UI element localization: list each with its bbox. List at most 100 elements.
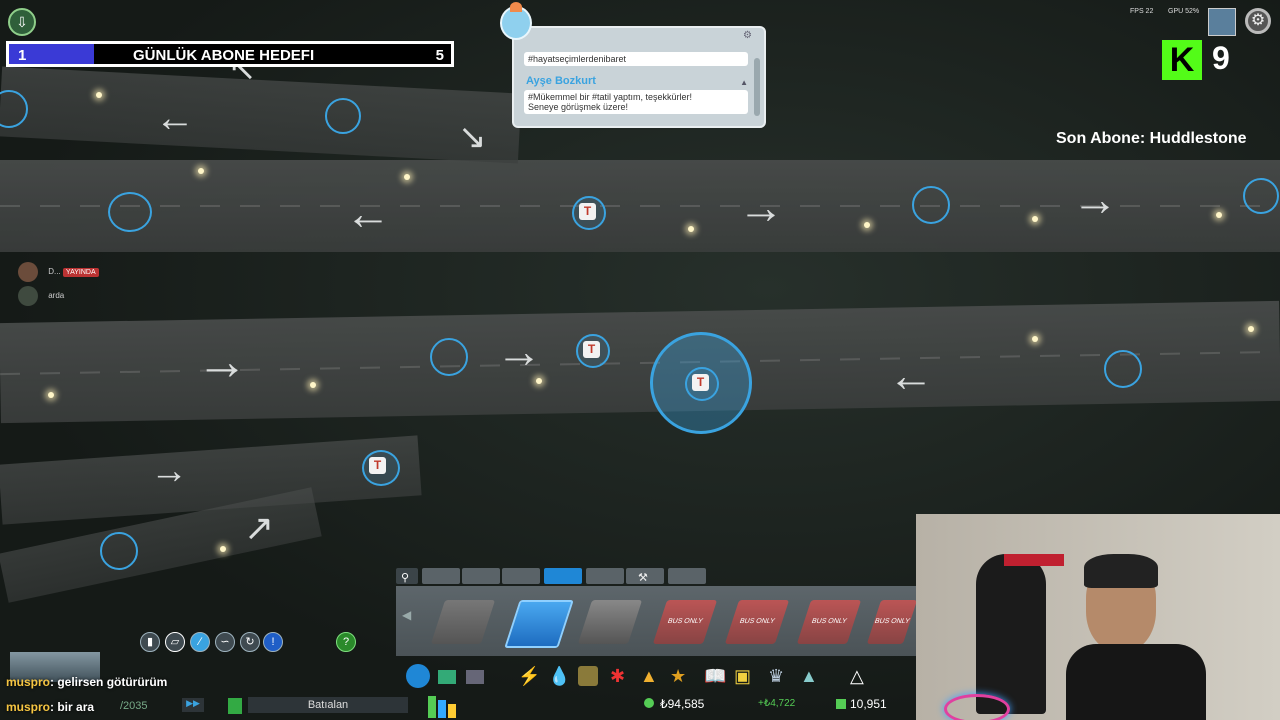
tab-bus-lanes[interactable] (668, 568, 706, 584)
chat-message: muspro: gelirsen götürürüm (6, 675, 167, 689)
water-icon[interactable]: 💧 (548, 666, 570, 686)
tab-large-roads[interactable] (502, 568, 540, 584)
garbage-icon[interactable] (578, 666, 598, 686)
kick-follower-count: 9 (1212, 40, 1230, 76)
straight-road-icon[interactable]: ▱ (165, 632, 185, 652)
chirper-message: #Mükemmel bir #tatil yaptım, teşekkürler… (524, 90, 748, 114)
street-lamp (1032, 336, 1038, 342)
demand-com-bar (438, 700, 446, 718)
police-icon[interactable]: ★ (670, 666, 690, 686)
gpu-readout: GPU 52% (1168, 8, 1200, 15)
scroll-left-icon[interactable]: ◀ (402, 608, 411, 622)
streamer-hair (1084, 554, 1158, 588)
webcam-overlay (916, 514, 1280, 720)
goal-title: GÜNLÜK ABONE HEDEFI (133, 47, 315, 64)
pause-icon[interactable] (228, 698, 242, 714)
goal-start-value: 1 (18, 47, 27, 64)
landscaping-icon[interactable]: △ (850, 666, 870, 686)
district-name[interactable]: Batıalan (248, 697, 408, 713)
help-icon[interactable]: ? (336, 632, 356, 652)
info-views-icon[interactable]: ⇩ (8, 8, 36, 36)
road-node[interactable] (1104, 350, 1142, 388)
road-node[interactable] (912, 186, 950, 224)
chirper-message-line: Seneye görüşmek üzere! (528, 102, 629, 112)
monument-icon[interactable]: ▲ (800, 666, 820, 686)
speed-icon[interactable]: ▶▶ (182, 698, 204, 712)
money-icon (644, 698, 654, 708)
chirper-author[interactable]: Ayşe Bozkurt (526, 75, 596, 87)
street-lamp (198, 168, 204, 174)
park-icon[interactable]: ♛ (768, 666, 788, 686)
upgrade-road-icon[interactable]: ↻ (240, 632, 260, 652)
status-bar: /2035 ▶▶ ⚡ 💧 ✱ ▲ ★ 📖 ▣ ♛ ▲ △ (0, 652, 920, 720)
street-lamp (404, 174, 410, 180)
chat-text: : gelirsen götürürüm (50, 675, 168, 689)
road-node[interactable] (1243, 178, 1279, 214)
tab-road-tools[interactable]: ⚒ (626, 568, 664, 584)
direction-arrow-icon: ↗ (244, 507, 275, 548)
road-node[interactable] (325, 98, 361, 134)
kick-logo: K (1162, 40, 1202, 80)
chirper-bird-icon[interactable] (500, 2, 532, 40)
street-lamp (310, 382, 316, 388)
demand-ind-bar (448, 704, 456, 718)
health-icon[interactable]: ✱ (610, 666, 630, 686)
street-lamp (864, 222, 870, 228)
electricity-icon[interactable]: ⚡ (518, 666, 540, 686)
goal-end-value: 5 (435, 47, 444, 64)
curved-road-icon[interactable]: ∕ (190, 632, 210, 652)
avatar (18, 262, 38, 282)
last-subscriber: Son Abone: Huddlestone (1056, 130, 1247, 147)
income-readout: +₺4,722 (758, 698, 796, 709)
chat-message: muspro: bir ara (6, 700, 94, 714)
districts-icon[interactable] (466, 670, 484, 684)
rgb-light (944, 694, 1010, 720)
tab-medium-roads[interactable] (462, 568, 500, 584)
chirper-scrollbar[interactable] (754, 58, 760, 116)
direction-arrow-icon: → (738, 181, 784, 233)
demand-res-bar (428, 696, 436, 718)
viewer-name: arda (48, 291, 65, 301)
road-node[interactable] (108, 192, 152, 232)
education-icon[interactable]: 📖 (704, 666, 726, 686)
service-marker[interactable]: T (572, 196, 606, 230)
service-marker[interactable]: T (685, 367, 719, 401)
direction-arrow-icon: → (1072, 173, 1118, 225)
direction-arrow-icon: ← (345, 187, 391, 239)
service-marker[interactable]: T (362, 450, 400, 486)
street-lamp (48, 392, 54, 398)
city-thumbnail[interactable] (1208, 8, 1236, 36)
service-marker[interactable]: T (576, 334, 610, 368)
freeform-road-icon[interactable]: ∽ (215, 632, 235, 652)
viewer-row: arda (18, 286, 64, 306)
population-icon (836, 699, 846, 709)
selected-service-area[interactable]: T (650, 332, 752, 434)
fps-readout: FPS 22 (1130, 8, 1154, 15)
chirper-message: #hayatseçimlerdenibaret (524, 52, 748, 66)
tab-highways[interactable] (544, 568, 582, 584)
transport-icon[interactable]: ▣ (734, 666, 754, 686)
population-readout: 10,951 (850, 697, 887, 711)
fire-icon[interactable]: ▲ (640, 666, 660, 686)
road-upgrade-icon[interactable]: ▮ (140, 632, 160, 652)
zoning-icon[interactable] (438, 670, 456, 684)
street-lamp (1248, 326, 1254, 332)
tab-intersections[interactable] (586, 568, 624, 584)
chat-user: muspro (6, 675, 51, 689)
chirp-delete-icon[interactable]: ▲ (740, 78, 748, 87)
gear-icon[interactable]: ⚙ (1245, 8, 1271, 34)
highway-middle (0, 300, 1280, 424)
avatar (18, 286, 38, 306)
direction-arrow-icon: → (150, 450, 188, 492)
info-icon[interactable]: ! (263, 632, 283, 652)
chirper-settings-icon[interactable]: ⚙ (743, 30, 752, 41)
road-node[interactable] (430, 338, 468, 376)
chair-accent (1004, 554, 1064, 566)
roads-menu-icon[interactable] (406, 664, 430, 688)
search-icon[interactable]: ⚲ (396, 568, 418, 584)
road-node[interactable] (100, 532, 138, 570)
tab-small-roads[interactable] (422, 568, 460, 584)
gaming-chair (976, 554, 1046, 714)
street-lamp (688, 226, 694, 232)
direction-arrow-icon: → (496, 325, 542, 377)
